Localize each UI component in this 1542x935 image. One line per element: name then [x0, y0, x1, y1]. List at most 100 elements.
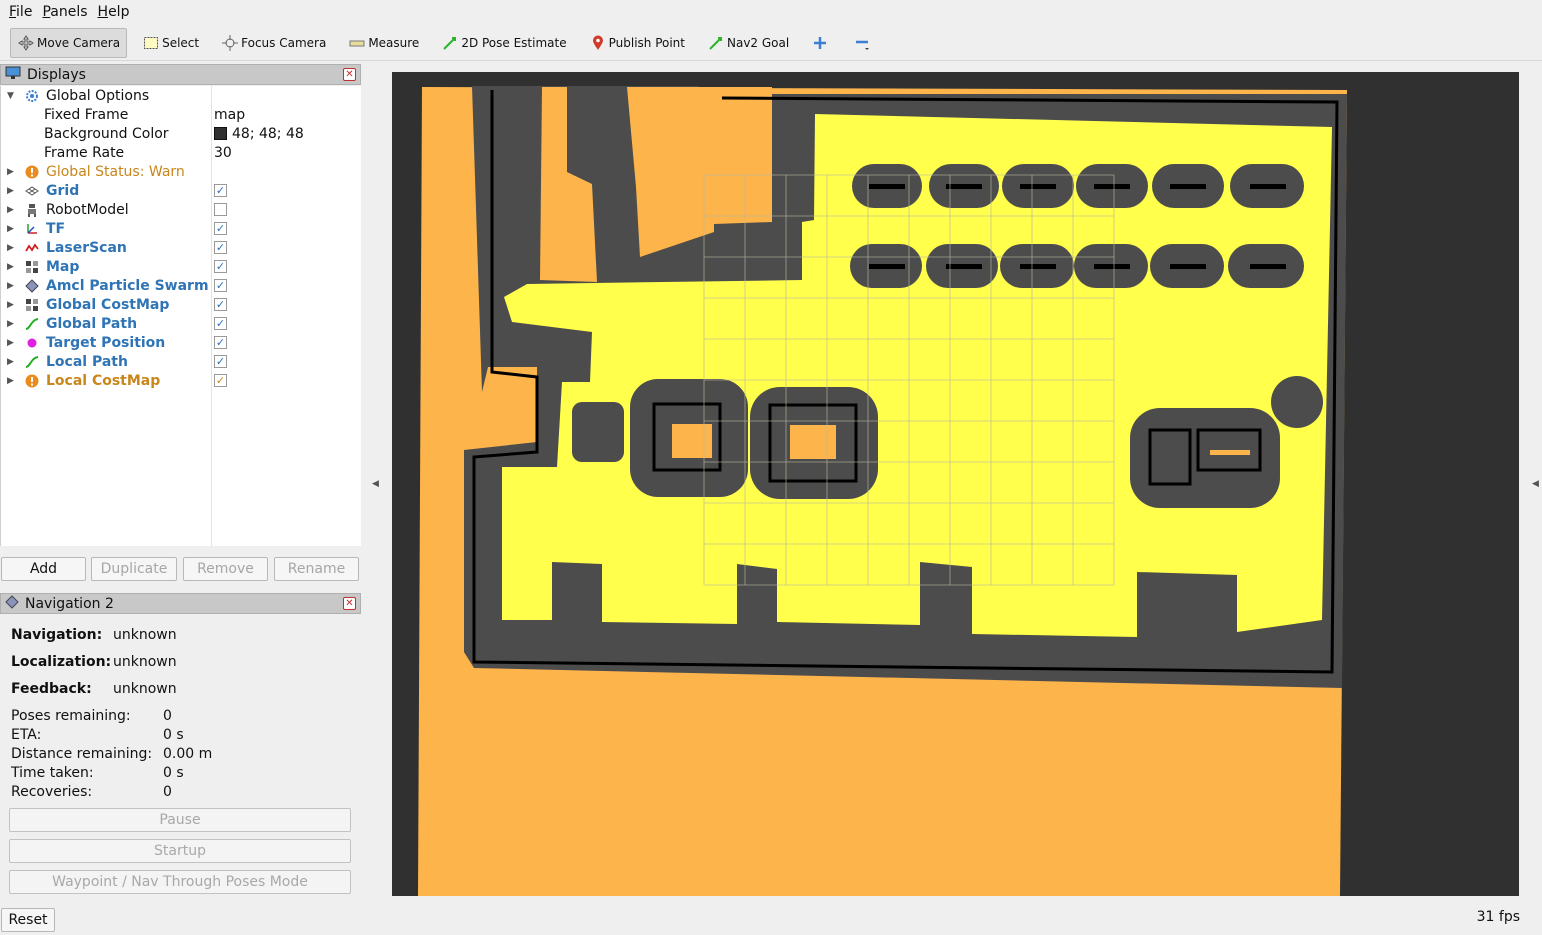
tree-row-global-status[interactable]: ▶ Global Status: Warn [1, 162, 362, 181]
target-position-label: Target Position [46, 334, 166, 351]
duplicate-button[interactable]: Duplicate [91, 557, 177, 581]
publish-point-label: Publish Point [608, 35, 685, 50]
waypoint-mode-button[interactable]: Waypoint / Nav Through Poses Mode [9, 870, 351, 894]
collapse-right-panel-icon[interactable]: ◀ [1532, 479, 1539, 489]
map-checkbox[interactable]: ✓ [214, 260, 227, 273]
select-tool[interactable]: Select [135, 28, 206, 58]
expand-arrow-icon[interactable]: ▶ [7, 243, 15, 253]
tf-label: TF [46, 220, 66, 237]
tree-row-local-path[interactable]: ▶ Local Path ✓ [1, 352, 362, 371]
expand-arrow-icon[interactable]: ▶ [7, 357, 15, 367]
tree-row-grid[interactable]: ▶ Grid ✓ [1, 181, 362, 200]
tree-row-frame-rate[interactable]: Frame Rate 30 [1, 143, 362, 162]
expand-arrow-icon[interactable]: ▶ [7, 281, 15, 291]
navigation2-panel: Navigation: unknown Localization: unknow… [0, 614, 361, 904]
laserscan-checkbox[interactable]: ✓ [214, 241, 227, 254]
menu-file[interactable]: File [9, 4, 32, 20]
measure-tool[interactable]: Measure [341, 28, 426, 58]
tree-row-target-position[interactable]: ▶ Target Position ✓ [1, 333, 362, 352]
collapse-left-panel-icon[interactable]: ◀ [372, 479, 379, 489]
add-tool-button[interactable] [804, 28, 838, 58]
global-path-checkbox[interactable]: ✓ [214, 317, 227, 330]
displays-buttons: Add Duplicate Remove Rename [0, 557, 361, 583]
expand-arrow-icon[interactable]: ▶ [7, 262, 15, 272]
remove-tool-button[interactable] [846, 28, 880, 58]
local-path-label: Local Path [46, 353, 128, 370]
status-bar: Reset 31 fps [0, 905, 1542, 935]
global-costmap-label: Global CostMap [46, 296, 170, 313]
render-viewport[interactable] [392, 72, 1519, 896]
navigation-status-label: Navigation: [11, 627, 103, 643]
measure-label: Measure [368, 35, 420, 50]
close-icon[interactable]: ✕ [343, 597, 356, 610]
tree-row-global-costmap[interactable]: ▶ Global CostMap ✓ [1, 295, 362, 314]
particle-swarm-icon [24, 278, 40, 294]
remove-button[interactable]: Remove [183, 557, 268, 581]
local-path-checkbox[interactable]: ✓ [214, 355, 227, 368]
fixed-frame-label: Fixed Frame [44, 106, 129, 123]
tree-row-tf[interactable]: ▶ TF ✓ [1, 219, 362, 238]
poses-remaining-label: Poses remaining: [11, 708, 131, 724]
publish-point-tool[interactable]: Publish Point [582, 28, 692, 58]
background-color-value[interactable]: 48; 48; 48 [214, 126, 304, 142]
localization-status-label: Localization: [11, 654, 112, 670]
expand-arrow-icon[interactable]: ▶ [7, 186, 15, 196]
distance-remaining-value: 0.00 m [163, 746, 213, 762]
frame-rate-value[interactable]: 30 [214, 145, 232, 161]
menu-panels[interactable]: Panels [42, 4, 87, 20]
tf-checkbox[interactable]: ✓ [214, 222, 227, 235]
tree-row-background-color[interactable]: Background Color 48; 48; 48 [1, 124, 362, 143]
tree-row-local-costmap[interactable]: ▶ Local CostMap ✓ [1, 371, 362, 390]
robotmodel-label: RobotModel [46, 201, 129, 218]
pause-button[interactable]: Pause [9, 808, 351, 832]
rename-button[interactable]: Rename [274, 557, 359, 581]
map-icon [24, 259, 40, 275]
close-icon[interactable]: ✕ [343, 68, 356, 81]
startup-button[interactable]: Startup [9, 839, 351, 863]
menu-help[interactable]: Help [98, 4, 130, 20]
tool-bar: Move Camera Select Focus Camera Measure … [0, 25, 1542, 61]
expand-arrow-icon[interactable]: ▶ [7, 300, 15, 310]
robotmodel-checkbox[interactable] [214, 203, 227, 216]
local-costmap-checkbox[interactable]: ✓ [214, 374, 227, 387]
nav2-goal-tool[interactable]: Nav2 Goal [700, 28, 796, 58]
expand-arrow-icon[interactable]: ▶ [7, 205, 15, 215]
global-status-label: Global Status: Warn [46, 163, 185, 180]
amcl-particle-swarm-checkbox[interactable]: ✓ [214, 279, 227, 292]
gear-icon [24, 88, 40, 104]
tree-row-fixed-frame[interactable]: Fixed Frame map [1, 105, 362, 124]
navigation2-panel-header: Navigation 2 ✕ [0, 593, 361, 614]
distance-remaining-label: Distance remaining: [11, 746, 153, 762]
tree-row-global-path[interactable]: ▶ Global Path ✓ [1, 314, 362, 333]
global-costmap-checkbox[interactable]: ✓ [214, 298, 227, 311]
displays-title: Displays [27, 66, 86, 83]
tree-row-global-options[interactable]: ▼ Global Options [1, 86, 362, 105]
time-taken-value: 0 s [163, 765, 184, 781]
expand-arrow-icon[interactable]: ▶ [7, 167, 15, 177]
expand-arrow-icon[interactable]: ▶ [7, 376, 15, 386]
pose-estimate-tool[interactable]: 2D Pose Estimate [434, 28, 573, 58]
focus-camera-tool[interactable]: Focus Camera [214, 28, 333, 58]
tree-row-map[interactable]: ▶ Map ✓ [1, 257, 362, 276]
fixed-frame-value[interactable]: map [214, 107, 245, 123]
expand-arrow-icon[interactable]: ▶ [7, 224, 15, 234]
time-taken-label: Time taken: [11, 765, 94, 781]
tree-row-laserscan[interactable]: ▶ LaserScan ✓ [1, 238, 362, 257]
tree-row-amcl-particle-swarm[interactable]: ▶ Amcl Particle Swarm ✓ [1, 276, 362, 295]
reset-button[interactable]: Reset [1, 908, 55, 932]
target-position-checkbox[interactable]: ✓ [214, 336, 227, 349]
move-camera-tool[interactable]: Move Camera [10, 27, 128, 58]
diamond-icon [5, 594, 19, 613]
displays-panel-header: Displays ✕ [0, 64, 361, 85]
grid-checkbox[interactable]: ✓ [214, 184, 227, 197]
tree-row-robotmodel[interactable]: ▶ RobotModel [1, 200, 362, 219]
measure-icon [348, 34, 366, 52]
global-path-label: Global Path [46, 315, 138, 332]
focus-camera-icon [221, 34, 239, 52]
add-button[interactable]: Add [1, 557, 86, 581]
expand-arrow-icon[interactable]: ▶ [7, 338, 15, 348]
expand-arrow-icon[interactable]: ▶ [7, 319, 15, 329]
displays-tree: ▼ Global Options Fixed Frame map Backgro… [0, 86, 361, 546]
nav2-goal-icon [707, 34, 725, 52]
collapse-arrow-icon[interactable]: ▼ [7, 91, 15, 101]
